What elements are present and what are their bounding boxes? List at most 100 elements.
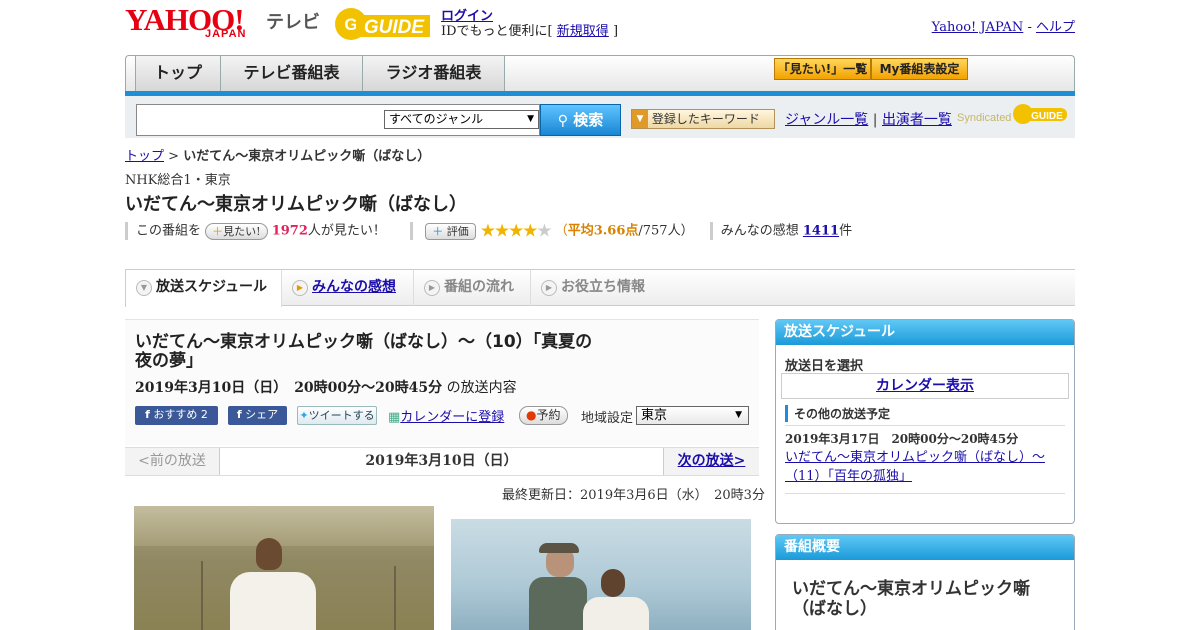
performer-list-link[interactable]: 出演者一覧 [882, 112, 952, 128]
genre-list-link[interactable]: ジャンル一覧 [785, 112, 868, 128]
star-icon: ★ [536, 220, 552, 241]
twitter-icon: ✦ [299, 409, 309, 422]
facebook-recommend-button[interactable]: f おすすめ 2 [135, 406, 218, 425]
calendar-register-link[interactable]: カレンダーに登録 [400, 410, 504, 425]
registered-keyword-button[interactable]: ▼ 登録したキーワード [631, 109, 775, 129]
rating-paren: （ [554, 223, 568, 239]
subtab-program-flow: ▶ 番組の流れ [414, 270, 531, 306]
episode-photo-1[interactable] [134, 506, 434, 630]
main-nav: トップ テレビ番組表 ラジオ番組表 「見たい!」一覧 My番組表設定 [125, 55, 1075, 91]
id-promo-close: ] [612, 24, 619, 39]
recommend-label: おすすめ 2 [153, 408, 208, 421]
genre-select[interactable]: すべてのジャンル ▼ [384, 110, 539, 129]
service-name[interactable]: テレビ [266, 8, 320, 34]
photo-fence-post [394, 566, 396, 630]
photo-person-shirt [230, 572, 316, 630]
impressions-suffix: 件 [839, 223, 853, 239]
divider [785, 493, 1065, 494]
search-icon: ⚲ [557, 113, 568, 129]
subtab-schedule[interactable]: ▼ 放送スケジュール [125, 270, 282, 307]
tab-top[interactable]: トップ [135, 56, 221, 91]
prev-broadcast: <前の放送 [125, 448, 220, 475]
divider [785, 425, 1065, 426]
calendar-icon: ▦ [388, 410, 401, 425]
record-dot-icon: ● [526, 408, 537, 422]
registered-keyword-label: 登録したキーワード [651, 112, 760, 126]
summary-panel: 番組概要 いだてん～東京オリムピック噺（ばなし） [775, 534, 1075, 630]
calendar-view-link[interactable]: カレンダー表示 [781, 373, 1069, 399]
divider [709, 222, 713, 240]
subtab-useful-info-label: お役立ち情報 [561, 279, 645, 295]
small-guide-logo-text: GUIDE [1031, 111, 1063, 122]
region-label: 地域設定 [581, 411, 634, 426]
arrow-right-icon: ▶ [292, 280, 308, 296]
want-suffix: 人が見たい！ [307, 223, 386, 239]
calendar-register[interactable]: ▦カレンダーに登録 [388, 406, 504, 425]
subtab-impressions[interactable]: ▶ みんなの感想 [282, 270, 414, 306]
schedule-panel: 放送スケジュール 放送日を選択 カレンダー表示 その他の放送予定 2019年3月… [775, 319, 1075, 524]
impressions-count-link[interactable]: 1411 [803, 224, 839, 239]
tweet-button[interactable]: ✦ツイートする [297, 406, 377, 425]
region-value: 東京 [641, 408, 668, 423]
next-broadcast-link[interactable]: 次の放送> [663, 448, 759, 475]
episode-datetime: 2019年3月10日（日） 20時00分～20時45分 [135, 380, 443, 396]
photo-sky [134, 506, 434, 546]
facebook-icon: f [145, 408, 150, 421]
id-promo: IDでもっと便利に[ 新規取得 ] [441, 20, 618, 39]
tab-tv-schedule[interactable]: テレビ番組表 [221, 56, 363, 91]
channel-name: NHK総合1・東京 [125, 173, 231, 188]
genre-select-value: すべてのジャンル [389, 112, 484, 126]
search-button[interactable]: ⚲ 検索 [540, 104, 621, 136]
star-icon: ★ [508, 220, 524, 241]
rating-row: この番組を ＋見たい! 1972人が見たい！ ＋ 評価 ★★★★★ （平均3.6… [125, 221, 852, 241]
rate-button[interactable]: ＋ 評価 [425, 222, 476, 240]
star-icon: ★ [522, 220, 538, 241]
rating-votes: /757人） [638, 223, 694, 239]
want-button[interactable]: ＋見たい! [205, 222, 268, 240]
arrow-right-icon: ▶ [541, 280, 557, 296]
yahoo-japan-link[interactable]: Yahoo! JAPAN [932, 20, 1024, 35]
other-broadcast-datetime: 2019年3月17日 20時00分～20時45分 [785, 432, 1019, 446]
tab-radio-schedule[interactable]: ラジオ番組表 [363, 56, 505, 91]
page-title: いだてん～東京オリムピック噺（ばなし） [125, 194, 467, 215]
episode-datetime-row: 2019年3月10日（日） 20時00分～20時45分 の放送内容 [135, 377, 517, 397]
want-button-label: 見たい! [223, 224, 261, 238]
signup-link[interactable]: 新規取得 [557, 24, 609, 39]
photo-person-cap [539, 543, 579, 553]
schedule-panel-title: 放送スケジュール [776, 320, 1074, 345]
share-label: シェア [245, 408, 279, 421]
breadcrumb-current: いだてん～東京オリムピック噺（ばなし） [183, 149, 431, 164]
other-broadcast-link[interactable]: いだてん～東京オリムピック噺（ばなし）～（11）「百年の孤独」 [785, 448, 1055, 486]
g-guide-logo[interactable]: G GUIDE [334, 6, 432, 42]
want-list-button[interactable]: 「見たい!」一覧 [774, 58, 871, 80]
search-links: ジャンル一覧 | 出演者一覧 [785, 109, 952, 129]
plus-icon: ＋ [432, 224, 444, 238]
photo-person-head [601, 569, 625, 597]
g-guide-small-logo: GUIDE [1013, 104, 1067, 124]
region-select[interactable]: 東京 ▼ [636, 406, 749, 425]
photo-person-vest [529, 577, 587, 630]
facebook-share-button[interactable]: f シェア [228, 406, 287, 425]
arrow-right-icon: ▶ [424, 280, 440, 296]
divider [410, 222, 414, 240]
photo-fence-post [201, 561, 203, 630]
program-subtabs: ▼ 放送スケジュール ▶ みんなの感想 ▶ 番組の流れ ▶ お役立ち情報 [125, 269, 1075, 307]
impressions-label: みんなの感想 [720, 223, 799, 239]
subtab-schedule-label: 放送スケジュール [156, 279, 268, 295]
select-date-label: 放送日を選択 [785, 359, 864, 374]
subtab-useful-info: ▶ お役立ち情報 [531, 270, 661, 306]
other-broadcasts-title: その他の放送予定 [785, 405, 890, 422]
broadcast-pager: <前の放送 2019年3月10日（日） 次の放送> [125, 447, 759, 476]
rate-button-label: 評価 [446, 224, 469, 238]
facebook-icon: f [236, 408, 242, 421]
my-schedule-settings-button[interactable]: My番組表設定 [871, 58, 968, 80]
yahoo-logo-japan: JAPAN [205, 28, 247, 40]
reserve-button[interactable]: ●予約 [519, 406, 568, 425]
plus-icon: ＋ [212, 224, 224, 238]
subtab-impressions-label: みんなの感想 [312, 279, 396, 295]
episode-photo-2[interactable] [451, 519, 751, 630]
breadcrumb-top[interactable]: トップ [125, 149, 164, 164]
rating-stars: ★★★★★ [480, 221, 553, 241]
syndicated-label: Syndicated [957, 112, 1012, 124]
help-link[interactable]: ヘルプ [1036, 20, 1075, 35]
